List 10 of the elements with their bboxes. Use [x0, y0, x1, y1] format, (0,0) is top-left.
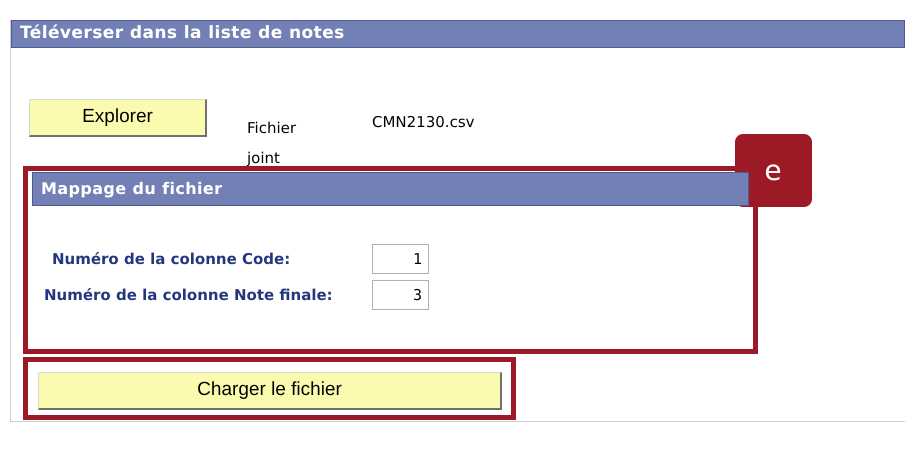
browse-button[interactable]: Explorer: [29, 99, 207, 137]
field-label: Numéro de la colonne Code:: [51, 249, 292, 270]
panel-header: Téléverser dans la liste de notes: [11, 20, 905, 48]
section-header: Mappage du fichier: [32, 172, 749, 206]
file-name: CMN2130.csv: [372, 112, 475, 133]
field-label: Numéro de la colonne Note finale:: [43, 285, 334, 306]
attachment-label: Fichier joint: [247, 118, 298, 169]
number-field[interactable]: 3: [372, 280, 429, 310]
number-field[interactable]: 1: [372, 244, 429, 274]
upload-button[interactable]: Charger le fichier: [38, 372, 502, 410]
